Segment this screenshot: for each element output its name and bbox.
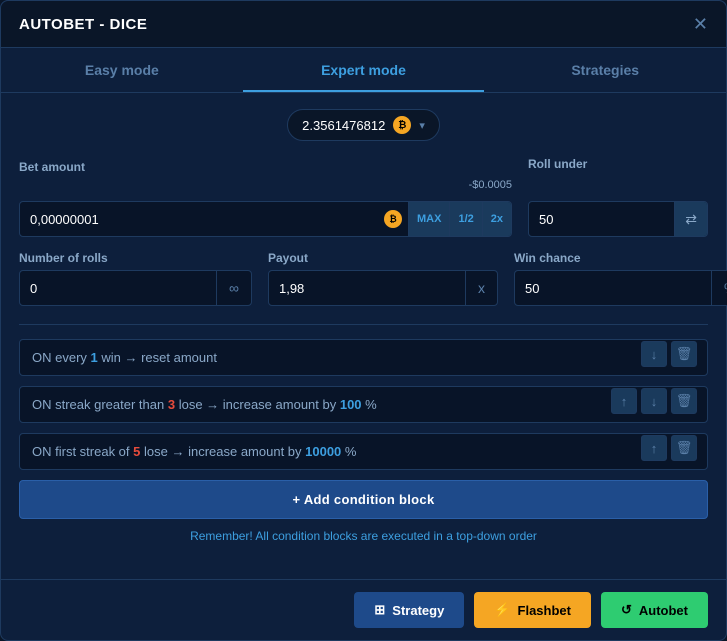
roll-under-label: Roll under bbox=[528, 157, 708, 171]
tab-expert-mode[interactable]: Expert mode bbox=[243, 48, 485, 92]
condition-1-delete-button[interactable]: 🗑 bbox=[671, 341, 697, 367]
payout-input-row: x bbox=[268, 270, 498, 306]
condition-3-actions: ↑ 🗑 bbox=[641, 435, 697, 461]
bet-amount-input[interactable] bbox=[20, 212, 378, 227]
condition-block-1: ON every 1 win → reset amount ↓ 🗑 bbox=[19, 339, 708, 376]
condition-text-3: ON first streak of 5 lose → increase amo… bbox=[32, 444, 695, 459]
roll-under-group: Roll under ⇄ bbox=[528, 157, 708, 237]
num-rolls-label: Number of rolls bbox=[19, 251, 252, 265]
close-button[interactable]: ✕ bbox=[693, 15, 708, 33]
add-condition-button[interactable]: + Add condition block bbox=[19, 480, 708, 519]
tab-easy-mode[interactable]: Easy mode bbox=[1, 48, 243, 92]
strategy-icon: ⊞ bbox=[374, 602, 385, 618]
num-rolls-input[interactable] bbox=[20, 281, 216, 296]
percent-symbol: % bbox=[711, 271, 727, 305]
chevron-down-icon: ▾ bbox=[419, 119, 425, 132]
win-chance-input-row: % bbox=[514, 270, 727, 306]
modal-title: AUTOBET - DICE bbox=[19, 16, 147, 33]
reminder-text: Remember! All condition blocks are execu… bbox=[19, 529, 708, 543]
win-chance-group: Win chance % bbox=[514, 251, 727, 306]
infinity-symbol: ∞ bbox=[216, 271, 251, 305]
num-rolls-group: Number of rolls ∞ bbox=[19, 251, 252, 306]
bet-roll-row: Bet amount -$0.0005 ₿ MAX 1/2 2x Roll un… bbox=[19, 157, 708, 237]
modal-body: 2.3561476812 ₿ ▾ Bet amount -$0.0005 ₿ M… bbox=[1, 93, 726, 579]
payout-input[interactable] bbox=[269, 281, 465, 296]
bet-coin-icon: ₿ bbox=[384, 210, 402, 228]
bet-hint: -$0.0005 bbox=[469, 179, 512, 191]
strategy-button[interactable]: ⊞ Strategy bbox=[354, 592, 464, 628]
modal-header: AUTOBET - DICE ✕ bbox=[1, 1, 726, 48]
balance-row: 2.3561476812 ₿ ▾ bbox=[19, 109, 708, 141]
condition-2-actions: ↑ ↓ 🗑 bbox=[611, 388, 697, 414]
bet-amount-group: Bet amount -$0.0005 ₿ MAX 1/2 2x bbox=[19, 160, 512, 237]
condition-text-1: ON every 1 win → reset amount bbox=[32, 350, 695, 365]
autobet-button[interactable]: ↺ Autobet bbox=[601, 592, 708, 628]
coin-icon: ₿ bbox=[393, 116, 411, 134]
condition-2-up-button[interactable]: ↑ bbox=[611, 388, 637, 414]
payout-label: Payout bbox=[268, 251, 498, 265]
bet-amount-label: Bet amount bbox=[19, 160, 512, 174]
condition-block-2: ON streak greater than 3 lose → increase… bbox=[19, 386, 708, 423]
balance-value: 2.3561476812 bbox=[302, 118, 385, 133]
win-chance-input[interactable] bbox=[515, 281, 711, 296]
tab-bar: Easy mode Expert mode Strategies bbox=[1, 48, 726, 93]
autobet-label: Autobet bbox=[639, 603, 688, 618]
section-divider bbox=[19, 324, 708, 325]
bet-hint-row: -$0.0005 bbox=[19, 179, 512, 193]
condition-3-up-button[interactable]: ↑ bbox=[641, 435, 667, 461]
modal-footer: ⊞ Strategy ⚡ Flashbet ↺ Autobet bbox=[1, 579, 726, 640]
flashbet-label: Flashbet bbox=[518, 603, 571, 618]
payout-x-symbol: x bbox=[465, 271, 497, 305]
condition-3-delete-button[interactable]: 🗑 bbox=[671, 435, 697, 461]
roll-swap-button[interactable]: ⇄ bbox=[674, 202, 707, 236]
condition-1-actions: ↓ 🗑 bbox=[641, 341, 697, 367]
condition-text-2: ON streak greater than 3 lose → increase… bbox=[32, 397, 695, 412]
refresh-icon: ↺ bbox=[621, 602, 632, 618]
half-button[interactable]: 1/2 bbox=[449, 202, 481, 236]
stats-row: Number of rolls ∞ Payout x Win chance % bbox=[19, 251, 708, 306]
tab-strategies[interactable]: Strategies bbox=[484, 48, 726, 92]
payout-group: Payout x bbox=[268, 251, 498, 306]
condition-block-3: ON first streak of 5 lose → increase amo… bbox=[19, 433, 708, 470]
bet-amount-input-row: ₿ MAX 1/2 2x bbox=[19, 201, 512, 237]
max-button[interactable]: MAX bbox=[408, 202, 449, 236]
swap-icon: ⇄ bbox=[685, 211, 697, 228]
flashbet-button[interactable]: ⚡ Flashbet bbox=[474, 592, 591, 628]
balance-selector[interactable]: 2.3561476812 ₿ ▾ bbox=[287, 109, 440, 141]
condition-2-down-button[interactable]: ↓ bbox=[641, 388, 667, 414]
condition-2-delete-button[interactable]: 🗑 bbox=[671, 388, 697, 414]
condition-1-down-button[interactable]: ↓ bbox=[641, 341, 667, 367]
autobet-modal: AUTOBET - DICE ✕ Easy mode Expert mode S… bbox=[0, 0, 727, 641]
roll-under-input-row: ⇄ bbox=[528, 201, 708, 237]
double-button[interactable]: 2x bbox=[482, 202, 511, 236]
flash-icon: ⚡ bbox=[494, 602, 510, 618]
num-rolls-input-row: ∞ bbox=[19, 270, 252, 306]
strategy-label: Strategy bbox=[392, 603, 444, 618]
roll-under-input[interactable] bbox=[529, 212, 674, 227]
win-chance-label: Win chance bbox=[514, 251, 727, 265]
